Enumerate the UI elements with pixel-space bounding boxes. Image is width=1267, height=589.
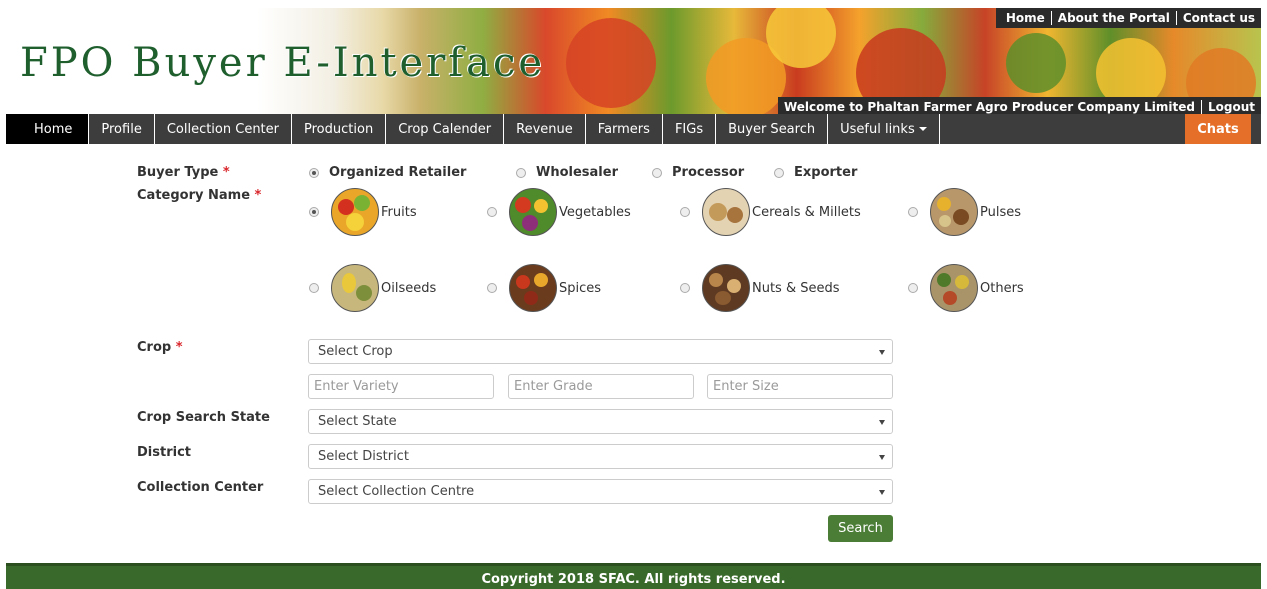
buyer-type-option-label: Wholesaler — [536, 165, 618, 180]
radio-button[interactable] — [774, 167, 784, 178]
buyer-type-option-label: Processor — [672, 165, 745, 180]
category-option-label: Spices — [559, 280, 602, 296]
nav-useful-links-label: Useful links — [840, 121, 915, 137]
category-name-label-text: Category Name — [137, 188, 251, 203]
dropdown-arrow-icon — [879, 455, 885, 460]
required-asterisk: * — [254, 188, 262, 203]
crop-select[interactable]: Select Crop — [308, 339, 893, 364]
category-option-others[interactable]: Others — [908, 264, 1024, 312]
category-option-label: Vegetables — [559, 204, 631, 220]
category-option-label: Oilseeds — [381, 280, 437, 296]
collection-center-label: Collection Center — [137, 480, 264, 495]
nav-figs[interactable]: FIGs — [663, 114, 717, 144]
top-link-home[interactable]: Home — [1000, 11, 1051, 25]
radio-button[interactable] — [680, 283, 690, 293]
buyer-type-label-text: Buyer Type — [137, 165, 219, 180]
required-asterisk: * — [175, 340, 183, 355]
nav-crop-calender[interactable]: Crop Calender — [386, 114, 505, 144]
state-select-value: Select State — [318, 414, 397, 429]
required-asterisk: * — [222, 165, 230, 180]
caret-down-icon — [918, 127, 927, 131]
dropdown-arrow-icon — [879, 420, 885, 425]
buyer-type-option-label: Exporter — [794, 165, 858, 180]
vegetables-icon — [509, 188, 557, 236]
radio-button-selected[interactable] — [309, 167, 319, 178]
nav-revenue[interactable]: Revenue — [504, 114, 586, 144]
nav-production[interactable]: Production — [292, 114, 387, 144]
nav-farmers[interactable]: Farmers — [586, 114, 663, 144]
category-option-oilseeds[interactable]: Oilseeds — [309, 264, 436, 312]
radio-button[interactable] — [309, 283, 319, 293]
category-option-spices[interactable]: Spices — [487, 264, 601, 312]
crop-search-state-label: Crop Search State — [137, 410, 270, 425]
copyright-text: Copyright 2018 SFAC. All rights reserved… — [481, 572, 786, 587]
banner-fruit-image — [1006, 33, 1066, 93]
collection-center-select[interactable]: Select Collection Centre — [308, 479, 893, 504]
nav-useful-links[interactable]: Useful links — [828, 114, 940, 144]
top-link-about-portal[interactable]: About the Portal — [1050, 11, 1176, 25]
district-select[interactable]: Select District — [308, 444, 893, 469]
crop-select-value: Select Crop — [318, 344, 393, 359]
dropdown-arrow-icon — [879, 490, 885, 495]
fruits-basket-icon — [331, 188, 379, 236]
state-select[interactable]: Select State — [308, 409, 893, 434]
category-option-label: Pulses — [980, 204, 1022, 220]
category-name-label: Category Name * — [137, 188, 261, 203]
category-option-fruits[interactable]: Fruits — [309, 188, 417, 236]
district-label: District — [137, 445, 191, 460]
radio-button[interactable] — [908, 283, 918, 293]
grade-input[interactable] — [508, 374, 694, 399]
district-select-value: Select District — [318, 449, 409, 464]
category-option-label: Nuts & Seeds — [752, 280, 840, 296]
category-option-vegetables[interactable]: Vegetables — [487, 188, 631, 236]
category-option-label: Fruits — [381, 204, 417, 220]
nav-buyer-search[interactable]: Buyer Search — [716, 114, 829, 144]
top-links: Home About the Portal Contact us — [995, 8, 1261, 28]
nav-profile[interactable]: Profile — [89, 114, 155, 144]
category-option-nuts-seeds[interactable]: Nuts & Seeds — [680, 264, 840, 312]
spices-icon — [509, 264, 557, 312]
radio-button[interactable] — [680, 207, 690, 217]
search-button[interactable]: Search — [828, 515, 893, 542]
chats-button[interactable]: Chats — [1185, 114, 1251, 144]
nav-collection-center[interactable]: Collection Center — [155, 114, 293, 144]
buyer-type-option-organized-retailer[interactable]: Organized Retailer — [309, 165, 466, 180]
category-option-label: Others — [980, 280, 1024, 296]
buyer-type-option-wholesaler[interactable]: Wholesaler — [516, 165, 618, 180]
banner-fruit-image — [566, 18, 656, 108]
crop-label: Crop * — [137, 340, 183, 355]
logout-link[interactable]: Logout — [1200, 100, 1261, 114]
nav-home[interactable]: Home — [6, 114, 90, 144]
radio-button[interactable] — [516, 167, 526, 178]
category-option-pulses[interactable]: Pulses — [908, 188, 1021, 236]
buyer-type-option-exporter[interactable]: Exporter — [774, 165, 857, 180]
nuts-seeds-icon — [702, 264, 750, 312]
category-option-label: Cereals & Millets — [752, 204, 861, 220]
footer: Copyright 2018 SFAC. All rights reserved… — [6, 563, 1261, 589]
category-option-cereals-millets[interactable]: Cereals & Millets — [680, 188, 861, 236]
header-banner: FPO Buyer E-Interface Home About the Por… — [6, 8, 1261, 114]
radio-button[interactable] — [652, 167, 662, 178]
dropdown-arrow-icon — [879, 350, 885, 355]
welcome-message: Welcome to Phaltan Farmer Agro Producer … — [783, 100, 1195, 114]
radio-button[interactable] — [487, 207, 497, 217]
buyer-type-option-processor[interactable]: Processor — [652, 165, 744, 180]
size-input[interactable] — [707, 374, 893, 399]
crop-label-text: Crop — [137, 340, 172, 355]
buyer-type-option-label: Organized Retailer — [329, 165, 467, 180]
site-title: FPO Buyer E-Interface — [20, 40, 546, 86]
top-link-contact-us[interactable]: Contact us — [1175, 11, 1261, 25]
others-grains-icon — [930, 264, 978, 312]
radio-button-selected[interactable] — [309, 207, 319, 217]
variety-input[interactable] — [308, 374, 494, 399]
radio-button[interactable] — [908, 207, 918, 217]
cereals-millets-icon — [702, 188, 750, 236]
collection-center-select-value: Select Collection Centre — [318, 484, 475, 499]
welcome-bar: Welcome to Phaltan Farmer Agro Producer … — [777, 97, 1261, 114]
buyer-type-label: Buyer Type * — [137, 165, 230, 180]
pulses-icon — [930, 188, 978, 236]
oilseeds-icon — [331, 264, 379, 312]
radio-button[interactable] — [487, 283, 497, 293]
main-navbar: Home Profile Collection Center Productio… — [6, 114, 1261, 144]
